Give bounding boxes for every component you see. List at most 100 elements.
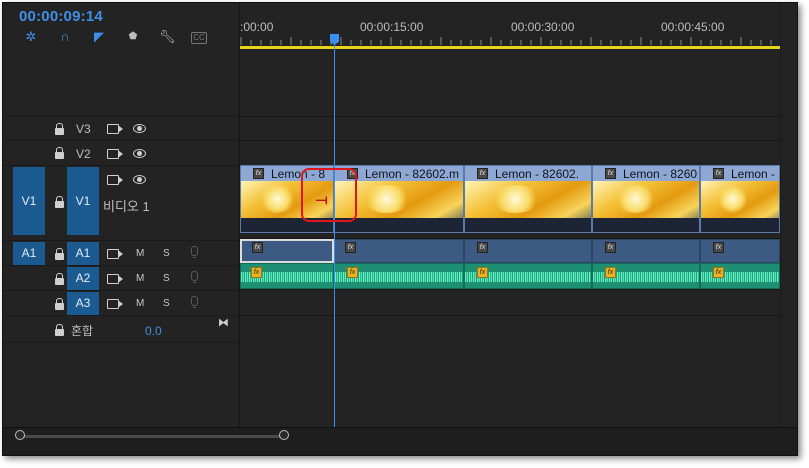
time-ruler[interactable]: :00:00 00:00:15:00 00:00:30:00 00:00:45:… [240,3,797,51]
captions-icon[interactable]: CC [191,32,207,44]
track-label-v3: V3 [76,122,91,136]
audio-clip-a1[interactable]: fx [700,239,780,263]
mute-button[interactable]: M [136,248,144,259]
lock-icon[interactable] [55,273,64,286]
track-target-a2[interactable]: A2 [67,267,99,290]
clip-thumbnail [701,181,779,232]
track-name-v1: 비디오 1 [103,199,150,214]
wrench-icon[interactable]: 🔧︎ [159,29,176,45]
mute-button[interactable]: M [136,298,144,309]
fx-badge: fx [477,267,488,278]
fx-badge: fx [253,168,264,179]
lock-icon[interactable] [55,123,64,136]
sync-lock-icon[interactable] [107,249,123,259]
eye-icon[interactable] [133,175,146,184]
fx-badge: fx [713,242,724,253]
fx-badge: fx [345,242,356,253]
clip-name: Lemon - 82602.m [365,167,460,181]
track-v3: V3 [3,116,239,141]
track-target-a1[interactable]: A1 [67,242,99,265]
ruler-ticks [240,37,772,45]
track-header-panel: 00:00:09:14 ✲ ∩ ◤ ⬟ 🔧︎ CC V3 V2 V1 V1 비디 [3,3,240,455]
fx-badge: fx [347,267,358,278]
track-a2: A2 M S [3,265,239,291]
marker-icon[interactable]: ⬟ [125,29,141,45]
video-clip[interactable]: fx Lemon - 82602. [464,165,592,233]
fx-badge: fx [605,267,616,278]
clip-thumbnail [593,181,699,232]
video-clip[interactable]: fx Lemon - 8260 [592,165,700,233]
track-label-v2: V2 [76,147,91,161]
ripple-trim-cursor-icon: ⟞ [316,191,328,207]
source-patch-v1[interactable]: V1 [13,167,45,235]
sync-lock-icon[interactable] [107,175,123,185]
mic-icon[interactable] [191,271,198,283]
audio-clip-a2[interactable]: fx [592,263,700,289]
playhead-timecode[interactable]: 00:00:09:14 [19,8,103,25]
ruler-label: :00:00 [240,20,274,34]
solo-button[interactable]: S [163,248,170,259]
video-clip[interactable]: fx Lemon - [700,165,780,233]
fx-badge: fx [605,168,616,179]
eye-icon[interactable] [133,124,146,133]
lock-icon[interactable] [55,196,64,209]
linked-selection-icon[interactable]: ∩ [57,29,73,45]
mute-button[interactable]: M [136,273,144,284]
audio-clip-a1[interactable]: fx [240,239,334,263]
eye-icon[interactable] [133,149,146,158]
ruler-label: 00:00:15:00 [360,20,424,34]
audio-clip-a2[interactable]: fx [700,263,780,289]
solo-button[interactable]: S [163,273,170,284]
ruler-label: 00:00:30:00 [511,20,575,34]
audio-clip-a2[interactable]: fx [464,263,592,289]
lock-icon[interactable] [55,147,64,160]
expand-icon[interactable]: ⧓ [218,316,229,329]
fx-badge: fx [477,168,488,179]
audio-clip-a1[interactable]: fx [464,239,592,263]
clip-thumbnail [465,181,591,232]
audio-clip-a1[interactable]: fx [592,239,700,263]
solo-button[interactable]: S [163,298,170,309]
fx-badge: fx [713,267,724,278]
audio-clip-a2[interactable]: fx [334,263,464,289]
edit-point-highlight [301,168,357,222]
work-area-bar[interactable] [240,46,780,49]
sync-lock-icon[interactable] [107,149,123,159]
track-a3: A3 M S [3,290,239,316]
lock-icon[interactable] [55,298,64,311]
source-patch-a1[interactable]: A1 [13,242,45,265]
mic-icon[interactable] [191,296,198,308]
track-mix: 혼합 0.0 ⧓ [3,315,239,343]
scrollbar-track[interactable] [19,435,286,438]
scrollbar-start-handle[interactable] [15,430,25,440]
fx-badge: fx [252,242,263,253]
mic-icon[interactable] [191,246,198,258]
mix-volume-value[interactable]: 0.0 [145,324,162,338]
clip-name: Lemon - 8260 [623,167,698,181]
track-area[interactable]: fx Lemon - 8 fx Lemon - 82602.m fx Lemon… [240,51,797,431]
lock-icon[interactable] [55,248,64,261]
track-a1: A1 A1 M S [3,240,239,266]
audio-clip-a1[interactable]: fx [334,239,464,263]
right-edge [780,3,797,427]
sync-lock-icon[interactable] [107,124,123,134]
add-marker-icon[interactable]: ◤ [91,29,107,45]
ruler-label: 00:00:45:00 [661,20,725,34]
scrollbar-end-handle[interactable] [279,430,289,440]
fx-badge: fx [605,242,616,253]
clip-name: Lemon - [731,167,776,181]
fx-badge: fx [713,168,724,179]
track-target-a3[interactable]: A3 [67,292,99,315]
audio-clip-a2[interactable]: fx [240,263,334,289]
fx-badge: fx [251,267,262,278]
lock-icon[interactable] [55,324,64,337]
horizontal-scrollbar[interactable] [3,427,797,455]
track-target-v1[interactable]: V1 [67,167,99,235]
mix-label: 혼합 [71,324,94,338]
sync-lock-icon[interactable] [107,299,123,309]
snap-icon[interactable]: ✲ [23,29,39,45]
playhead-line[interactable] [334,43,335,455]
clip-name: Lemon - 82602. [495,167,580,181]
fx-badge: fx [477,242,488,253]
sync-lock-icon[interactable] [107,274,123,284]
